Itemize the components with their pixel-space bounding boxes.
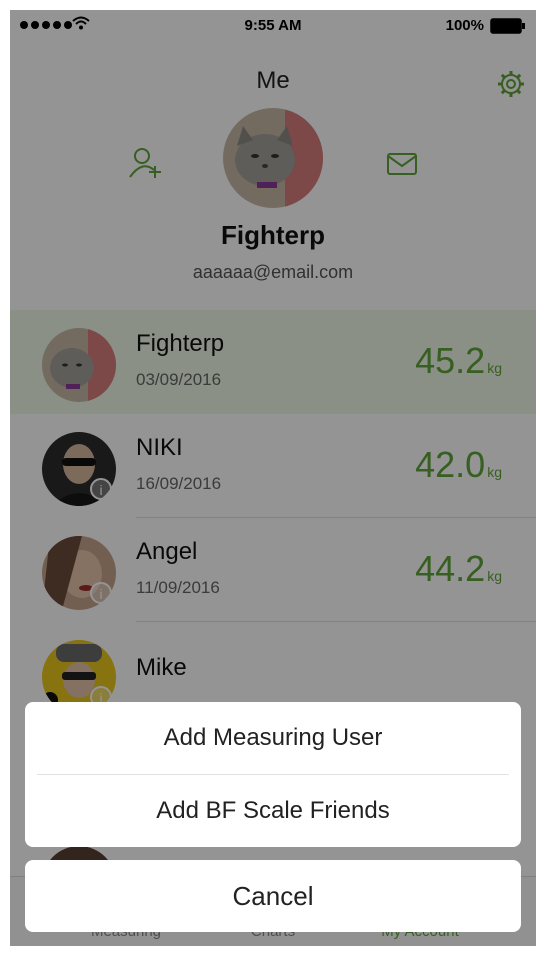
add-bf-scale-friends-option[interactable]: Add BF Scale Friends [25, 775, 521, 847]
add-measuring-user-option[interactable]: Add Measuring User [25, 702, 521, 774]
cancel-button[interactable]: Cancel [25, 860, 521, 932]
action-sheet: Add Measuring User Add BF Scale Friends [25, 702, 521, 847]
device-frame: 9:55 AM 100% Me Fighterp aaaaaa@email.co… [0, 0, 546, 956]
screen: 9:55 AM 100% Me Fighterp aaaaaa@email.co… [10, 10, 536, 946]
